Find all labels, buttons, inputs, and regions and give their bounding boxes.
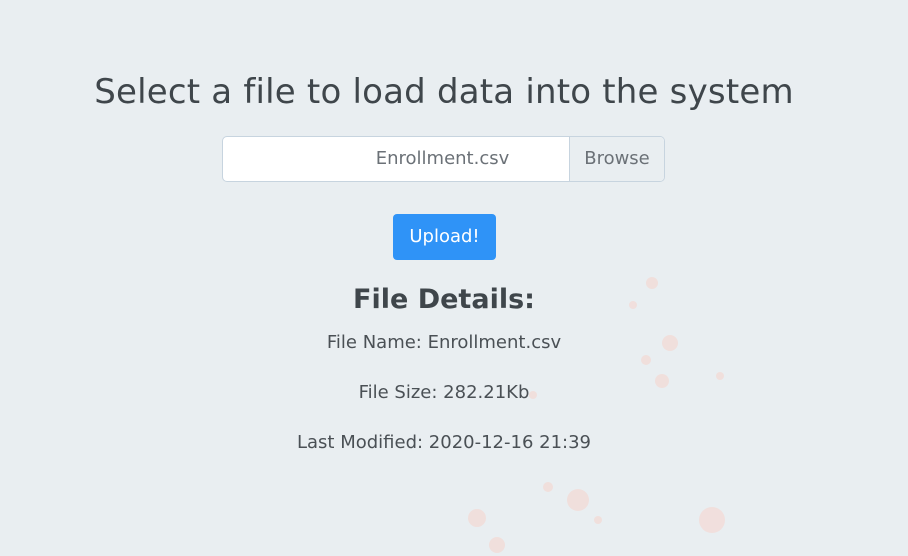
- file-name-detail: File Name: Enrollment.csv: [326, 332, 562, 353]
- last-modified-detail: Last Modified: 2020-12-16 21:39: [296, 432, 591, 453]
- upload-button[interactable]: Upload!: [393, 214, 496, 260]
- upload-panel: Select a file to load data into the syst…: [0, 0, 908, 556]
- file-size-detail: File Size: 282.21Kb: [358, 382, 530, 403]
- file-details-title: File Details:: [353, 284, 535, 315]
- page-title: Select a file to load data into the syst…: [94, 72, 794, 112]
- selected-file-name[interactable]: Enrollment.csv: [223, 137, 572, 181]
- browse-button[interactable]: Browse: [569, 137, 664, 181]
- file-input[interactable]: Enrollment.csv Browse: [222, 136, 665, 182]
